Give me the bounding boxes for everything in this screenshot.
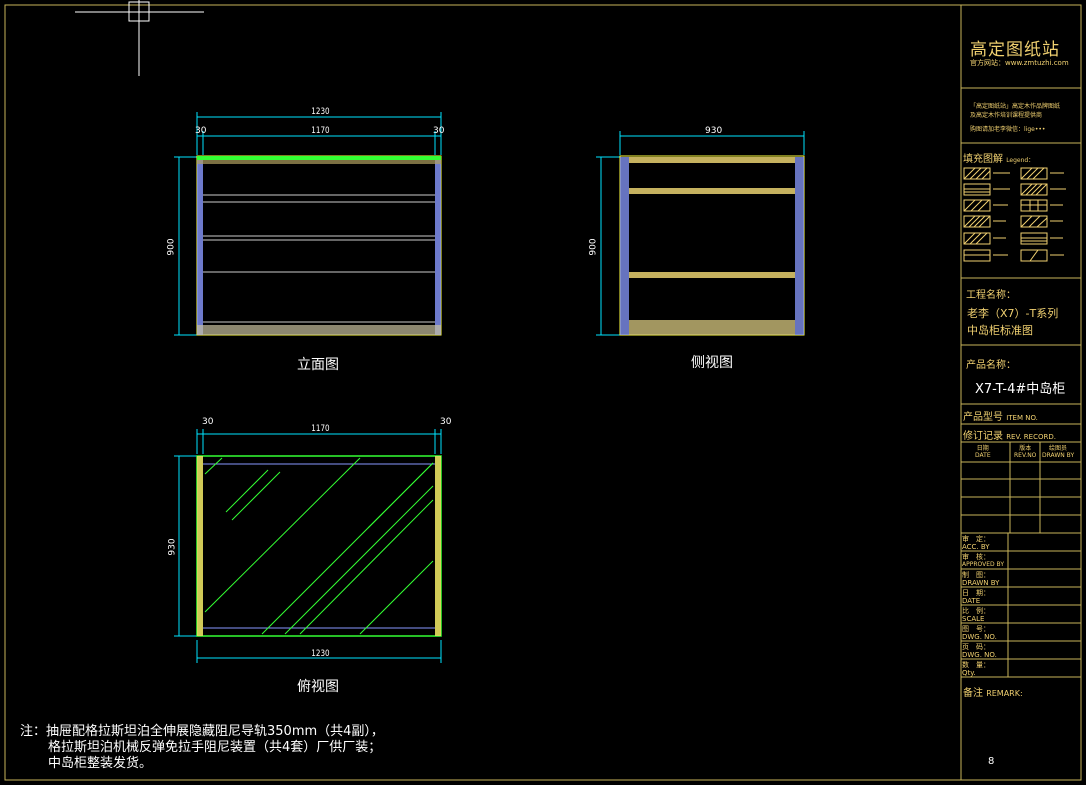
- project-label: 工程名称：: [966, 290, 1016, 301]
- approval-row-6: 页 码： DWG. NO.: [962, 643, 997, 659]
- rev-col-revno-cn: 版本: [1019, 445, 1032, 452]
- side-view: [596, 131, 805, 336]
- top-dim-mid: 1170: [311, 424, 330, 434]
- elevation-dim-right: 30: [433, 126, 445, 136]
- approval-3-en: DATE: [962, 597, 981, 605]
- brand-website: 官方网站：www.zmtuzhi.com: [970, 59, 1069, 67]
- rev-col-date-cn: 日期: [976, 445, 989, 452]
- approval-4-en: SCALE: [962, 615, 985, 623]
- top-dim-depth: 930: [167, 538, 178, 556]
- rev-col-revno: 版本 REV.NO: [1014, 445, 1036, 459]
- approval-7-en: Qty.: [962, 669, 976, 677]
- brand-desc-1: 「高定图纸站」高定木作品牌图纸: [970, 103, 1061, 110]
- approval-6-en: DWG. NO.: [962, 651, 997, 659]
- top-dim-bottom: 1230: [311, 649, 330, 659]
- rev-label-cn: 修订记录: [963, 431, 1003, 442]
- approval-row-1: 审 核： APPROVED BY: [962, 553, 1004, 569]
- legend-label-cn: 填充图解: [963, 154, 1003, 165]
- note-line-3: 中岛柜整装发货。: [48, 756, 153, 771]
- approval-5-cn: 图 号：: [962, 625, 990, 633]
- elevation-dim-mid: 1170: [311, 126, 330, 136]
- side-caption: 侧视图: [691, 355, 733, 371]
- item-label-cn: 产品型号: [963, 412, 1003, 423]
- approval-3-cn: 日 期：: [962, 589, 990, 597]
- side-dim-width: 930: [705, 126, 723, 136]
- page-number: 8: [988, 756, 995, 767]
- remark-label: 备注 REMARK:: [963, 684, 1023, 699]
- approval-0-en: ACC. BY: [962, 543, 990, 551]
- project-name-2: 中岛柜标准图: [967, 324, 1033, 337]
- approval-0-cn: 审 定：: [962, 535, 990, 543]
- brand-desc-3: 购图请加老李微信：lige•••: [970, 126, 1046, 133]
- remark-label-cn: 备注: [963, 688, 983, 699]
- approval-row-0: 审 定： ACC. BY: [962, 535, 990, 551]
- rev-col-drawn-en: DRAWN BY: [1042, 452, 1075, 459]
- drawing-canvas: [4, 0, 1082, 781]
- approval-row-7: 数 量： Qty.: [962, 661, 990, 677]
- elevation-caption: 立面图: [297, 357, 339, 373]
- top-caption: 俯视图: [297, 679, 339, 695]
- top-dim-left: 30: [202, 417, 214, 427]
- approval-row-2: 制 图： DRAWN BY: [962, 571, 999, 587]
- notes: 注：抽屉配格拉斯坦泊全伸展隐藏阻尼导轨350mm（共4副）， 格拉斯坦泊机械反弹…: [20, 724, 384, 772]
- item-label-en: ITEM NO.: [1006, 414, 1038, 422]
- rev-label: 修订记录 REV. RECORD.: [963, 427, 1056, 442]
- approval-2-cn: 制 图：: [962, 571, 990, 579]
- rev-col-revno-en: REV.NO: [1014, 452, 1037, 459]
- elevation-dim-left: 30: [195, 126, 207, 136]
- top-dim-right: 30: [440, 417, 452, 427]
- legend-label: 填充图解 Legend：: [963, 150, 1034, 165]
- product-label: 产品名称：: [966, 360, 1016, 371]
- rev-col-date: 日期 DATE: [975, 445, 991, 459]
- approval-5-en: DWG. NO.: [962, 633, 997, 641]
- approval-row-4: 比 例： SCALE: [962, 607, 990, 623]
- rev-label-en: REV. RECORD.: [1006, 433, 1056, 441]
- approval-6-cn: 页 码：: [962, 643, 990, 651]
- rev-col-drawn: 绘图员 DRAWN BY: [1042, 445, 1074, 459]
- side-dim-height: 900: [588, 238, 599, 256]
- project-name-1: 老李（X7）-T系列: [967, 307, 1059, 320]
- approval-row-3: 日 期： DATE: [962, 589, 990, 605]
- crosshair-cursor-icon: [75, 0, 204, 76]
- approval-2-en: DRAWN BY: [962, 579, 1000, 587]
- brand-desc-2: 及高定木作培训课程提供商: [970, 112, 1043, 119]
- legend-label-en: Legend：: [1006, 157, 1035, 164]
- note-line-2: 格拉斯坦泊机械反弹免拉手阻尼装置（共4套）厂供厂装；: [48, 740, 382, 755]
- legend-swatches: [963, 167, 1066, 262]
- item-label: 产品型号 ITEM NO.: [963, 408, 1038, 423]
- approval-7-cn: 数 量：: [962, 661, 990, 669]
- approval-1-cn: 审 核：: [962, 553, 990, 561]
- note-line-1: 注：抽屉配格拉斯坦泊全伸展隐藏阻尼导轨350mm（共4副），: [20, 724, 384, 739]
- rev-col-drawn-cn: 绘图员: [1049, 445, 1068, 452]
- elevation-view: [174, 112, 442, 336]
- brand-title: 高定图纸站: [970, 40, 1060, 60]
- top-view: [174, 429, 442, 663]
- approval-4-cn: 比 例：: [962, 607, 990, 615]
- product-name: X7-T-4#中岛柜: [975, 382, 1066, 397]
- remark-label-en: REMARK:: [986, 689, 1023, 698]
- approval-1-en: APPROVED BY: [962, 561, 1005, 568]
- drawing-frame: [4, 4, 1082, 781]
- elevation-dim-total: 1230: [311, 107, 330, 117]
- elevation-dim-height: 900: [166, 238, 177, 256]
- rev-col-date-en: DATE: [975, 452, 991, 459]
- elevation-dimensions: [174, 112, 442, 336]
- approval-row-5: 图 号： DWG. NO.: [962, 625, 997, 641]
